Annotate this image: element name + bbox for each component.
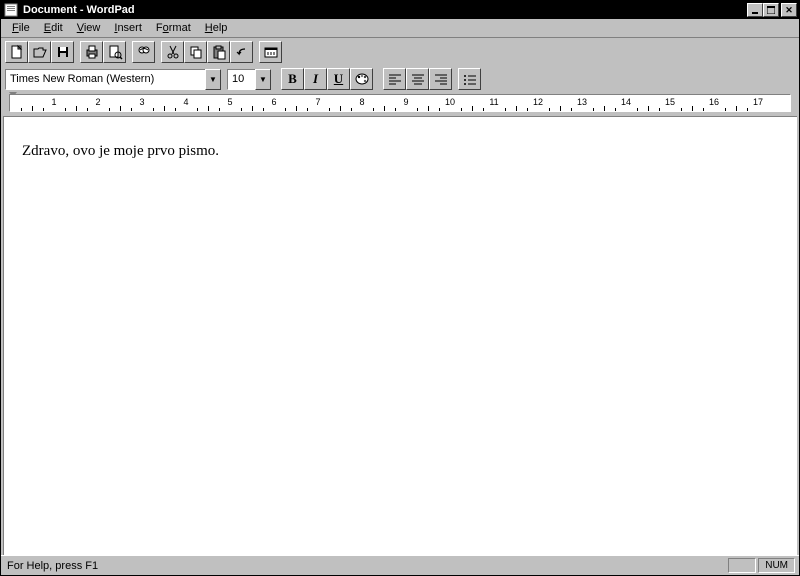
save-button[interactable] (51, 41, 74, 63)
menu-file[interactable]: File (5, 20, 37, 36)
paste-button[interactable] (207, 41, 230, 63)
ruler-number: 4 (183, 97, 188, 107)
window-title: Document - WordPad (23, 4, 747, 16)
ruler-number: 6 (271, 97, 276, 107)
underline-button[interactable]: U (327, 68, 350, 90)
ruler-number: 3 (139, 97, 144, 107)
app-icon (3, 3, 19, 17)
menu-edit[interactable]: Edit (37, 20, 70, 36)
menu-insert[interactable]: Insert (107, 20, 149, 36)
ruler-number: 10 (445, 97, 455, 107)
ruler-number: 7 (315, 97, 320, 107)
close-button[interactable]: ✕ (781, 3, 797, 17)
undo-button[interactable] (230, 41, 253, 63)
menu-bar: File Edit View Insert Format Help (1, 19, 799, 38)
menu-view[interactable]: View (70, 20, 108, 36)
ruler-number: 16 (709, 97, 719, 107)
standard-toolbar (1, 38, 799, 66)
cut-button[interactable] (161, 41, 184, 63)
document-area[interactable]: Zdravo, ovo je moje prvo pismo. (3, 116, 797, 555)
maximize-button[interactable] (763, 3, 779, 17)
align-center-button[interactable] (406, 68, 429, 90)
document-text: Zdravo, ovo je moje prvo pismo. (22, 143, 219, 159)
ruler-number: 9 (403, 97, 408, 107)
ruler-container: 1234567891011121314151617 (1, 92, 799, 116)
ruler-number: 2 (95, 97, 100, 107)
ruler-number: 12 (533, 97, 543, 107)
align-right-button[interactable] (429, 68, 452, 90)
status-bar: For Help, press F1 NUM (1, 555, 799, 575)
window-buttons: ✕ (747, 3, 797, 17)
new-button[interactable] (5, 41, 28, 63)
font-name-input[interactable] (5, 69, 205, 90)
ruler-number: 8 (359, 97, 364, 107)
italic-button[interactable]: I (304, 68, 327, 90)
bullets-button[interactable] (458, 68, 481, 90)
menu-format[interactable]: Format (149, 20, 198, 36)
status-pane-empty (728, 558, 756, 573)
menu-help[interactable]: Help (198, 20, 235, 36)
print-preview-button[interactable] (103, 41, 126, 63)
ruler-number: 13 (577, 97, 587, 107)
font-size-combo[interactable] (227, 69, 271, 90)
font-name-dropdown-button[interactable] (205, 69, 221, 90)
font-name-combo[interactable] (5, 69, 221, 90)
ruler-number: 5 (227, 97, 232, 107)
find-button[interactable] (132, 41, 155, 63)
copy-button[interactable] (184, 41, 207, 63)
bold-button[interactable]: B (281, 68, 304, 90)
status-message: For Help, press F1 (5, 560, 726, 572)
ruler-number: 17 (753, 97, 763, 107)
align-left-button[interactable] (383, 68, 406, 90)
ruler-number: 11 (489, 97, 498, 107)
title-bar: Document - WordPad ✕ (1, 1, 799, 19)
font-size-dropdown-button[interactable] (255, 69, 271, 90)
font-size-input[interactable] (227, 69, 255, 90)
format-toolbar: B I U (1, 66, 799, 92)
ruler-number: 14 (621, 97, 631, 107)
ruler[interactable]: 1234567891011121314151617 (9, 94, 791, 112)
print-button[interactable] (80, 41, 103, 63)
ruler-number: 15 (665, 97, 675, 107)
ruler-number: 1 (51, 97, 56, 107)
minimize-button[interactable] (747, 3, 763, 17)
datetime-button[interactable] (259, 41, 282, 63)
color-button[interactable] (350, 68, 373, 90)
status-num-lock: NUM (758, 558, 795, 573)
open-button[interactable] (28, 41, 51, 63)
